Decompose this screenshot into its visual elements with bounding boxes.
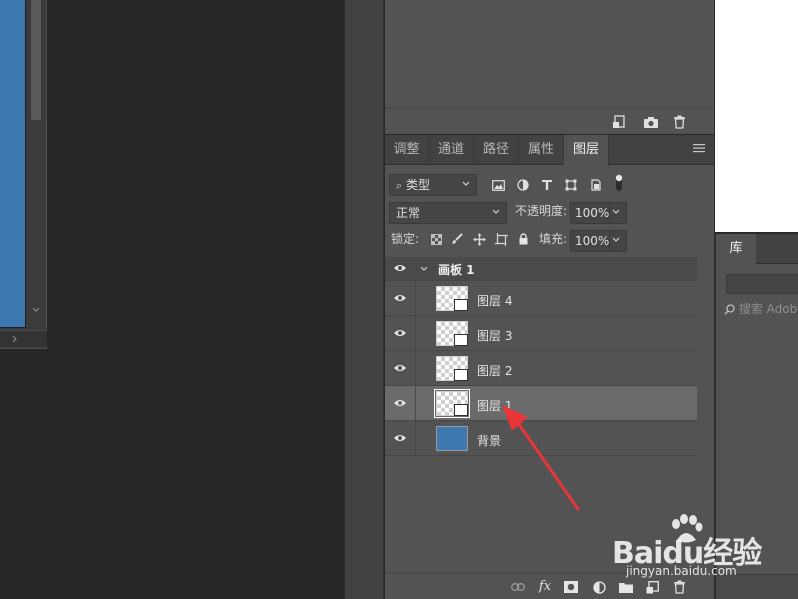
document-scroll-thumb[interactable] [31,0,41,120]
panel-menu-icon[interactable] [693,143,707,157]
chevron-down-icon [461,179,471,189]
layer-name[interactable]: 图层 3 [477,327,512,344]
tab-adjustments[interactable]: 调整 [385,135,429,165]
smart-object-badge-icon [454,334,468,346]
library-search-placeholder: 搜索 Adobe [738,302,798,316]
blend-mode-value: 正常 [396,206,421,220]
panel-dock-gutter [344,0,384,599]
tab-properties[interactable]: 属性 [519,135,564,165]
brush-icon[interactable] [448,230,466,248]
eye-icon[interactable] [393,433,411,445]
document-window [0,0,47,349]
document-canvas[interactable] [0,0,26,328]
library-search[interactable]: 搜索 Adobe [724,300,798,317]
layer-thumbnail[interactable] [436,321,468,346]
history-panel [385,0,714,134]
eye-icon[interactable] [393,293,411,305]
search-icon: ⌕ [396,179,403,192]
search-icon [724,304,735,315]
divider [415,316,416,350]
canvas-area [0,0,344,599]
layer-row-4[interactable]: 图层 4 [385,281,697,316]
opacity-label: 不透明度: [515,204,568,218]
smart-object-filter-icon[interactable] [587,176,605,194]
artboard-lock-icon[interactable] [492,230,510,248]
trash-icon[interactable] [670,113,688,131]
smart-object-badge-icon [454,369,468,381]
mask-icon[interactable] [562,578,580,596]
smart-object-badge-icon [454,404,468,416]
opacity-value: 100% [575,206,610,220]
panel-tab-bar: 调整 通道 路径 属性 图层 [385,135,714,166]
divider [415,351,416,385]
adjustment-layer-filter-icon[interactable] [514,176,532,194]
blend-mode-select[interactable]: 正常 [389,202,507,224]
eye-icon[interactable] [393,363,411,375]
layer-filter-select[interactable]: ⌕ 类型 [389,174,477,196]
history-panel-footer [385,108,714,134]
layer-name[interactable]: 图层 4 [477,292,512,309]
eye-icon[interactable] [393,398,411,410]
filter-toggle-switch[interactable] [614,172,624,194]
lock-label: 锁定: [391,232,420,246]
layer-row-2[interactable]: 图层 2 [385,351,697,386]
fx-icon[interactable]: fx [536,577,554,595]
layer-thumbnail[interactable] [436,426,468,451]
layer-thumbnail[interactable] [436,356,468,381]
type-layer-filter-icon[interactable] [538,176,556,194]
chevron-down-icon[interactable] [611,207,621,217]
opacity-field[interactable]: 100% [570,202,627,224]
link-icon[interactable] [509,578,527,596]
tab-paths[interactable]: 路径 [474,135,519,165]
watermark-url: jingyan.baidu.com [626,564,737,578]
tab-layers[interactable]: 图层 [564,135,609,166]
divider [415,386,416,420]
layer-filter-value: 类型 [406,178,431,192]
tab-libraries[interactable]: 库 [716,234,756,265]
group-name: 画板 1 [438,263,475,277]
libraries-tab-bar: 库 [716,234,798,265]
layer-row-3[interactable]: 图层 3 [385,316,697,351]
lock-transparent-pixels-icon[interactable] [427,230,445,248]
layer-group-row[interactable]: 画板 1 [385,257,697,281]
new-snapshot-icon[interactable] [610,113,628,131]
eye-icon[interactable] [393,328,411,340]
chevron-right-icon[interactable] [10,334,20,344]
fill-label: 填充: [539,232,568,246]
lock-icon[interactable] [514,230,532,248]
layer-thumbnail[interactable] [434,389,470,418]
fill-field[interactable]: 100% [570,230,627,252]
document-horizontal-scrollbar[interactable] [0,330,47,347]
fill-value: 100% [575,234,610,248]
annotation-arrow [502,405,580,511]
smart-object-badge-icon [454,299,468,311]
divider [415,421,416,455]
chevron-down-icon[interactable] [611,235,621,245]
camera-icon[interactable] [642,113,660,131]
move-icon[interactable] [470,230,488,248]
adjustment-icon[interactable] [590,578,608,596]
chevron-down-icon[interactable] [31,305,41,315]
layer-name[interactable]: 图层 2 [477,362,512,379]
divider [415,281,416,315]
library-select[interactable] [726,274,798,294]
eye-icon[interactable] [393,263,411,275]
artboard-canvas[interactable] [715,0,798,232]
tab-channels[interactable]: 通道 [429,135,474,165]
chevron-down-icon[interactable] [419,264,429,274]
layer-thumbnail[interactable] [436,286,468,311]
baidu-watermark: Baidu经验 jingyan.baidu.com [612,514,792,584]
chevron-down-icon [491,207,501,217]
pixel-layer-filter-icon[interactable] [489,176,507,194]
shape-layer-filter-icon[interactable] [562,176,580,194]
